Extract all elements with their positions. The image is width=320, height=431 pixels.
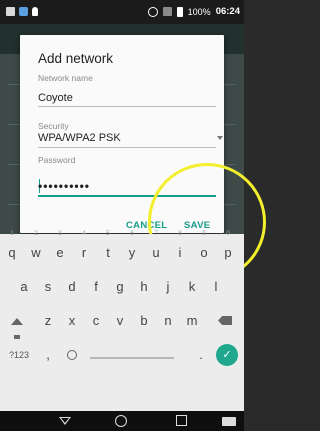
key-s[interactable]: s [37, 272, 59, 302]
app-icon [19, 7, 28, 16]
key-y[interactable]: 6y [121, 230, 143, 268]
home-icon[interactable] [115, 415, 127, 427]
battery-icon [176, 6, 183, 17]
period-key[interactable]: . [190, 340, 212, 370]
dialog-title: Add network [38, 51, 114, 66]
password-input[interactable]: •••••••••• [38, 179, 90, 193]
key-k[interactable]: k [181, 272, 203, 302]
key-w[interactable]: 2w [25, 230, 47, 268]
key-f[interactable]: f [85, 272, 107, 302]
comma-key[interactable]: , [37, 340, 59, 370]
network-name-input[interactable]: Coyote [38, 92, 73, 104]
key-c[interactable]: c [85, 306, 107, 336]
security-select[interactable]: WPA/WPA2 PSK [38, 132, 121, 144]
key-e[interactable]: 3e [49, 230, 71, 268]
key-u[interactable]: 7u [145, 230, 167, 268]
backspace-icon [218, 316, 232, 325]
keyboard-row-4: ?123 , . ✓ [0, 340, 244, 374]
security-label: Security [38, 121, 69, 131]
space-bar[interactable] [90, 357, 174, 359]
key-d[interactable]: d [61, 272, 83, 302]
key-r[interactable]: 4r [73, 230, 95, 268]
symbols-key[interactable]: ?123 [6, 340, 32, 370]
image-icon [6, 7, 15, 16]
key-i[interactable]: 8i [169, 230, 191, 268]
battery-percent: 100% [187, 6, 211, 17]
status-right-icons: 100% 06:24 [147, 6, 240, 17]
enter-key[interactable]: ✓ [216, 344, 238, 366]
no-sim-icon [162, 7, 172, 16]
key-p[interactable]: 0p [217, 230, 239, 268]
backspace-key[interactable] [214, 306, 236, 336]
shift-key[interactable] [6, 306, 28, 339]
clock: 06:24 [215, 6, 240, 17]
keyboard-switch-icon[interactable] [222, 417, 236, 426]
navigation-bar [0, 411, 244, 431]
location-icon [32, 7, 38, 16]
key-b[interactable]: b [133, 306, 155, 336]
key-v[interactable]: v [109, 306, 131, 336]
back-icon[interactable] [58, 414, 72, 428]
soft-keyboard: 1q 2w 3e 4r 5t 6y 7u 8i 9o 0p a s d f g … [0, 230, 244, 411]
key-z[interactable]: z [37, 306, 59, 336]
keyboard-row-1: 1q 2w 3e 4r 5t 6y 7u 8i 9o 0p [0, 230, 244, 272]
key-o[interactable]: 9o [193, 230, 215, 268]
keyboard-row-3: z x c v b n m [0, 306, 244, 340]
key-t[interactable]: 5t [97, 230, 119, 268]
security-underline [38, 147, 216, 148]
globe-icon [67, 350, 77, 360]
dropdown-arrow-icon[interactable] [217, 136, 223, 140]
password-label: Password [38, 155, 76, 165]
key-a[interactable]: a [13, 272, 35, 302]
recents-icon[interactable] [176, 415, 187, 426]
key-n[interactable]: n [157, 306, 179, 336]
keyboard-row-2: a s d f g h j k l [0, 272, 244, 306]
key-j[interactable]: j [157, 272, 179, 302]
status-bar: 100% 06:24 [0, 0, 244, 24]
language-key[interactable] [61, 340, 83, 370]
key-x[interactable]: x [61, 306, 83, 336]
key-g[interactable]: g [109, 272, 131, 302]
key-h[interactable]: h [133, 272, 155, 302]
key-m[interactable]: m [181, 306, 203, 336]
network-name-label: Network name [38, 73, 93, 83]
key-q[interactable]: 1q [1, 230, 23, 268]
key-l[interactable]: l [205, 272, 227, 302]
status-left-icons [6, 7, 38, 16]
shift-icon [11, 318, 23, 325]
vibrate-icon [147, 6, 158, 17]
check-icon: ✓ [222, 349, 232, 361]
network-name-underline [38, 106, 216, 107]
